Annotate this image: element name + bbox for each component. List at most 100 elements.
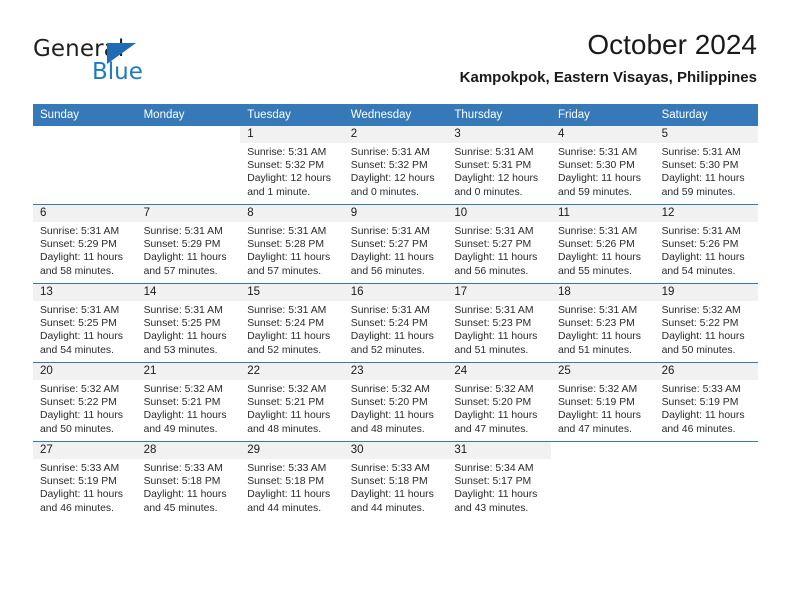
day-number: 13: [40, 286, 53, 298]
day-details: Sunrise: 5:31 AM Sunset: 5:23 PM Daylight:…: [551, 301, 655, 357]
calendar-week-row: 27 Sunrise: 5:33 AM Sunset: 5:19 PM Dayligh…: [33, 441, 759, 520]
calendar-cell-inner: 13 Sunrise: 5:31 AM Sunset: 5:25 PM Dayligh…: [33, 284, 137, 362]
daylight-duration-line1: Daylight: 11 hours: [40, 252, 123, 264]
calendar-day-cell[interactable]: 24 Sunrise: 5:32 AM Sunset: 5:20 PM Dayligh…: [447, 362, 551, 442]
day-number: 3: [454, 128, 461, 140]
daylight-duration-line1: Daylight: 11 hours: [454, 252, 538, 264]
sunset-time: Sunset: 5:32 PM: [247, 160, 325, 172]
day-details: Sunrise: 5:32 AM Sunset: 5:22 PM Daylight:…: [33, 380, 137, 436]
calendar-day-cell[interactable]: 11 Sunrise: 5:31 AM Sunset: 5:26 PM Dayligh…: [550, 204, 655, 284]
calendar-day-cell[interactable]: 8 Sunrise: 5:31 AM Sunset: 5:28 PM Daylight…: [240, 204, 344, 284]
daylight-duration-line1: Daylight: 11 hours: [40, 331, 123, 343]
sunrise-time: Sunrise: 5:31 AM: [143, 305, 223, 316]
sunset-time: Sunset: 5:18 PM: [247, 476, 325, 488]
day-number: 30: [350, 444, 364, 456]
sunset-time: Sunset: 5:17 PM: [454, 476, 532, 488]
daylight-duration-line2: and 46 minutes.: [661, 423, 736, 435]
calendar-day-cell[interactable]: 14 Sunrise: 5:31 AM Sunset: 5:25 PM Dayligh…: [136, 283, 241, 363]
day-number-band: 18: [550, 284, 655, 301]
sunrise-time: Sunrise: 5:31 AM: [454, 147, 534, 158]
day-details: Sunrise: 5:31 AM Sunset: 5:31 PM Daylight:…: [447, 143, 551, 199]
calendar-day-cell[interactable]: 10 Sunrise: 5:31 AM Sunset: 5:27 PM Dayligh…: [447, 204, 551, 284]
calendar-day-cell[interactable]: 27 Sunrise: 5:33 AM Sunset: 5:19 PM Dayligh…: [33, 441, 137, 520]
sunrise-time: Sunrise: 5:32 AM: [661, 305, 741, 316]
calendar-day-cell[interactable]: 12 Sunrise: 5:31 AM Sunset: 5:26 PM Dayligh…: [654, 204, 759, 284]
day-number: 10: [454, 207, 468, 219]
daylight-duration-line1: Daylight: 11 hours: [661, 410, 745, 422]
calendar-day-cell[interactable]: 17 Sunrise: 5:31 AM Sunset: 5:23 PM Dayligh…: [447, 283, 551, 363]
calendar-cell-inner: 20 Sunrise: 5:32 AM Sunset: 5:22 PM Dayligh…: [33, 363, 137, 441]
daylight-duration-line2: and 57 minutes.: [247, 265, 322, 277]
daylight-duration-line2: and 48 minutes.: [247, 423, 322, 435]
calendar-day-cell[interactable]: 19 Sunrise: 5:32 AM Sunset: 5:22 PM Dayligh…: [654, 283, 759, 363]
calendar-day-cell[interactable]: 25 Sunrise: 5:32 AM Sunset: 5:19 PM Dayligh…: [550, 362, 655, 442]
weekday-header-thursday: Thursday: [447, 104, 551, 126]
daylight-duration-line1: Daylight: 11 hours: [661, 173, 745, 185]
day-number: 6: [40, 207, 47, 219]
calendar-day-cell[interactable]: 6 Sunrise: 5:31 AM Sunset: 5:29 PM Daylight…: [33, 204, 137, 284]
calendar-day-cell[interactable]: 31 Sunrise: 5:34 AM Sunset: 5:17 PM Dayligh…: [447, 441, 551, 520]
calendar-day-cell[interactable]: 21 Sunrise: 5:32 AM Sunset: 5:21 PM Dayligh…: [136, 362, 241, 442]
daylight-duration-line1: Daylight: 11 hours: [454, 489, 538, 501]
sunset-time: Sunset: 5:27 PM: [454, 239, 532, 251]
daylight-duration-line2: and 54 minutes.: [40, 344, 114, 356]
calendar-cell-inner: 16 Sunrise: 5:31 AM Sunset: 5:24 PM Dayligh…: [343, 284, 448, 362]
daylight-duration-line2: and 51 minutes.: [557, 344, 632, 356]
calendar-cell-inner: [136, 126, 241, 204]
calendar-day-cell[interactable]: 28 Sunrise: 5:33 AM Sunset: 5:18 PM Dayligh…: [136, 441, 241, 520]
page-subtitle: Kampokpok, Eastern Visayas, Philippines: [459, 69, 757, 86]
daylight-duration-line2: and 51 minutes.: [454, 344, 529, 356]
calendar-day-cell[interactable]: 3 Sunrise: 5:31 AM Sunset: 5:31 PM Daylight…: [447, 126, 551, 205]
daylight-duration-line1: Daylight: 11 hours: [247, 489, 331, 501]
weekday-header-monday: Monday: [136, 104, 241, 126]
daylight-duration-line2: and 44 minutes.: [350, 502, 425, 514]
calendar-day-cell[interactable]: 2 Sunrise: 5:31 AM Sunset: 5:32 PM Daylight…: [343, 126, 448, 205]
day-number: 16: [350, 286, 364, 298]
calendar-day-cell[interactable]: 22 Sunrise: 5:32 AM Sunset: 5:21 PM Dayligh…: [240, 362, 344, 442]
sunrise-time: Sunrise: 5:33 AM: [247, 463, 327, 474]
calendar-day-cell[interactable]: 13 Sunrise: 5:31 AM Sunset: 5:25 PM Dayligh…: [33, 283, 137, 363]
calendar-cell-inner: 28 Sunrise: 5:33 AM Sunset: 5:18 PM Dayligh…: [136, 442, 241, 520]
daylight-duration-line2: and 56 minutes.: [454, 265, 529, 277]
calendar-day-cell[interactable]: 29 Sunrise: 5:33 AM Sunset: 5:18 PM Dayligh…: [240, 441, 344, 520]
calendar-page: General Blue October 2024 Kampokpok, Eas…: [0, 0, 792, 612]
calendar-day-cell[interactable]: 4 Sunrise: 5:31 AM Sunset: 5:30 PM Daylight…: [550, 126, 655, 205]
sunset-time: Sunset: 5:30 PM: [661, 160, 739, 172]
calendar-day-cell[interactable]: 20 Sunrise: 5:32 AM Sunset: 5:22 PM Dayligh…: [33, 362, 137, 442]
daylight-duration-line1: Daylight: 11 hours: [143, 331, 227, 343]
calendar-day-cell[interactable]: 5 Sunrise: 5:31 AM Sunset: 5:30 PM Daylight…: [654, 126, 759, 205]
daylight-duration-line1: Daylight: 12 hours: [454, 173, 539, 185]
calendar-day-cell[interactable]: 30 Sunrise: 5:33 AM Sunset: 5:18 PM Dayligh…: [343, 441, 448, 520]
generalblue-logo[interactable]: General Blue: [33, 36, 243, 92]
daylight-duration-line2: and 0 minutes.: [454, 186, 523, 198]
day-number-band: 9: [343, 205, 448, 222]
calendar-day-cell[interactable]: 1 Sunrise: 5:31 AM Sunset: 5:32 PM Daylight…: [240, 126, 344, 205]
title-block: October 2024 Kampokpok, Eastern Visayas,…: [460, 28, 757, 87]
daylight-duration-line1: Daylight: 11 hours: [247, 410, 331, 422]
calendar-cell-inner: 24 Sunrise: 5:32 AM Sunset: 5:20 PM Dayligh…: [447, 363, 551, 441]
sunrise-time: Sunrise: 5:33 AM: [661, 384, 741, 395]
calendar-day-cell[interactable]: 26 Sunrise: 5:33 AM Sunset: 5:19 PM Dayligh…: [654, 362, 759, 442]
day-number-band: 21: [136, 363, 241, 380]
daylight-duration-line2: and 44 minutes.: [247, 502, 322, 514]
daylight-duration-line1: Daylight: 11 hours: [557, 410, 641, 422]
sunset-time: Sunset: 5:25 PM: [143, 318, 221, 330]
calendar-cell-inner: 7 Sunrise: 5:31 AM Sunset: 5:29 PM Daylight…: [136, 205, 241, 283]
calendar-day-cell[interactable]: 18 Sunrise: 5:31 AM Sunset: 5:23 PM Dayligh…: [550, 283, 655, 363]
calendar-day-cell[interactable]: 9 Sunrise: 5:31 AM Sunset: 5:27 PM Daylight…: [343, 204, 448, 284]
calendar-day-cell[interactable]: 7 Sunrise: 5:31 AM Sunset: 5:29 PM Daylight…: [136, 204, 241, 284]
day-number-band: 27: [33, 442, 137, 459]
day-number: 31: [454, 444, 468, 456]
day-number-band: 1: [240, 126, 344, 143]
daylight-duration-line1: Daylight: 11 hours: [143, 489, 227, 501]
calendar-day-cell[interactable]: 15 Sunrise: 5:31 AM Sunset: 5:24 PM Dayligh…: [240, 283, 344, 363]
daylight-duration-line1: Daylight: 12 hours: [247, 173, 331, 185]
day-number: 15: [247, 286, 260, 298]
calendar-day-cell[interactable]: 23 Sunrise: 5:32 AM Sunset: 5:20 PM Dayligh…: [343, 362, 448, 442]
day-number-band: 12: [654, 205, 759, 222]
calendar-body: 1 Sunrise: 5:31 AM Sunset: 5:32 PM Daylight…: [33, 126, 759, 520]
day-number-band: [654, 442, 759, 459]
calendar-day-cell[interactable]: 16 Sunrise: 5:31 AM Sunset: 5:24 PM Dayligh…: [343, 283, 448, 363]
day-details: Sunrise: 5:31 AM Sunset: 5:29 PM Daylight:…: [137, 222, 241, 278]
day-number-band: [33, 126, 137, 143]
